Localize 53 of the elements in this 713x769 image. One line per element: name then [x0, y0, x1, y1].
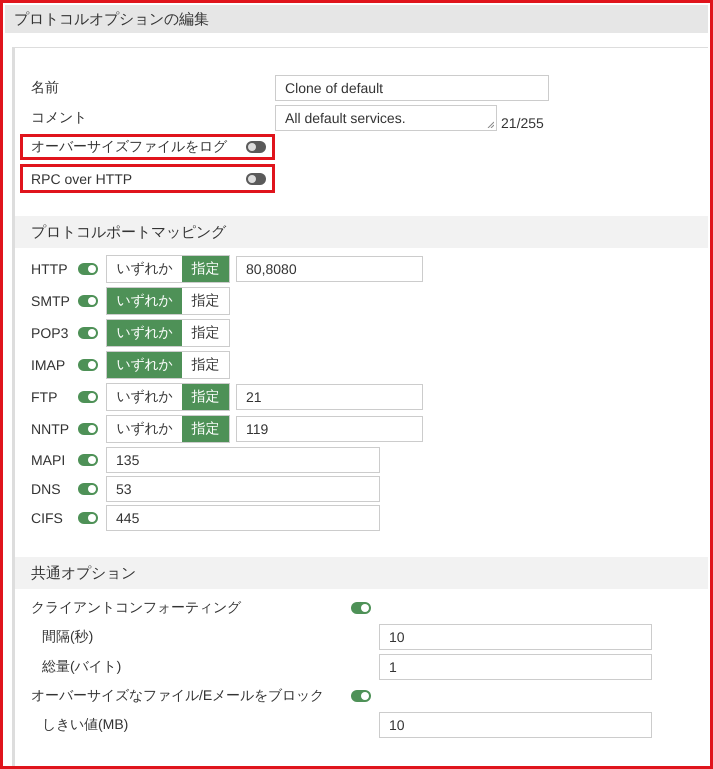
section-header: 共通オプション — [15, 557, 708, 589]
toggle-switch[interactable] — [78, 359, 98, 371]
protocol-label: SMTP — [31, 293, 71, 309]
toggle-switch[interactable] — [78, 295, 98, 307]
port-field[interactable]: 135 — [106, 447, 380, 473]
toggle-switch[interactable] — [78, 263, 98, 275]
toggle-switch[interactable] — [246, 141, 266, 153]
option-label: しきい値(MB) — [41, 716, 130, 734]
segment-option[interactable]: 指定 — [182, 384, 229, 410]
segment-option[interactable]: 指定 — [182, 256, 229, 282]
protocol-label: POP3 — [31, 325, 70, 341]
port-field[interactable]: 21 — [236, 384, 423, 410]
protocol-label: DNS — [31, 481, 62, 497]
toggle-switch[interactable] — [78, 391, 98, 403]
option-label: クライアントコンフォーティング — [31, 599, 242, 617]
section-header: プロトコルポートマッピング — [15, 216, 708, 248]
toggle-switch[interactable] — [246, 172, 266, 184]
toggle-switch[interactable] — [78, 423, 98, 435]
toggle-switch[interactable] — [351, 690, 371, 702]
option-label: 総量(バイト) — [41, 658, 122, 676]
port-field[interactable]: 53 — [106, 476, 380, 502]
option-label: 間隔(秒) — [41, 628, 94, 646]
toggle-switch[interactable] — [78, 327, 98, 339]
toggle-switch[interactable] — [351, 602, 371, 614]
segment-option[interactable]: いずれか — [107, 288, 182, 314]
field-label: 名前 — [31, 79, 60, 97]
input-field[interactable]: 10 — [379, 712, 652, 738]
protocol-label: HTTP — [31, 261, 69, 277]
toggle-label: RPC over HTTP — [31, 170, 132, 186]
toggle-switch[interactable] — [78, 454, 98, 466]
protocol-label: CIFS — [31, 510, 64, 526]
segment-option[interactable]: いずれか — [107, 320, 182, 346]
port-field[interactable]: 80,8080 — [236, 256, 423, 282]
toggle-switch[interactable] — [78, 483, 98, 495]
protocol-label: FTP — [31, 389, 58, 405]
input-field[interactable]: 10 — [379, 624, 652, 650]
port-field[interactable]: 445 — [106, 505, 380, 531]
segment-option[interactable]: いずれか — [107, 352, 182, 378]
protocol-label: IMAP — [31, 357, 66, 373]
character-counter: 21/255 — [501, 115, 544, 131]
protocol-label: MAPI — [31, 452, 66, 468]
segment-option[interactable]: 指定 — [182, 416, 229, 442]
toggle-switch[interactable] — [78, 512, 98, 524]
input-field[interactable]: Clone of default — [275, 75, 549, 101]
toggle-label: オーバーサイズファイルをログ — [31, 138, 227, 156]
protocol-label: NNTP — [31, 421, 70, 437]
input-field[interactable]: 1 — [379, 654, 652, 680]
port-field[interactable]: 119 — [236, 416, 423, 442]
window-title: プロトコルオプションの編集 — [5, 5, 708, 33]
resize-grip-icon[interactable] — [487, 121, 494, 128]
option-label: オーバーサイズなファイル/Eメールをブロック — [31, 687, 326, 705]
comment-field[interactable]: All default services. — [275, 105, 497, 131]
field-label: コメント — [31, 109, 88, 127]
